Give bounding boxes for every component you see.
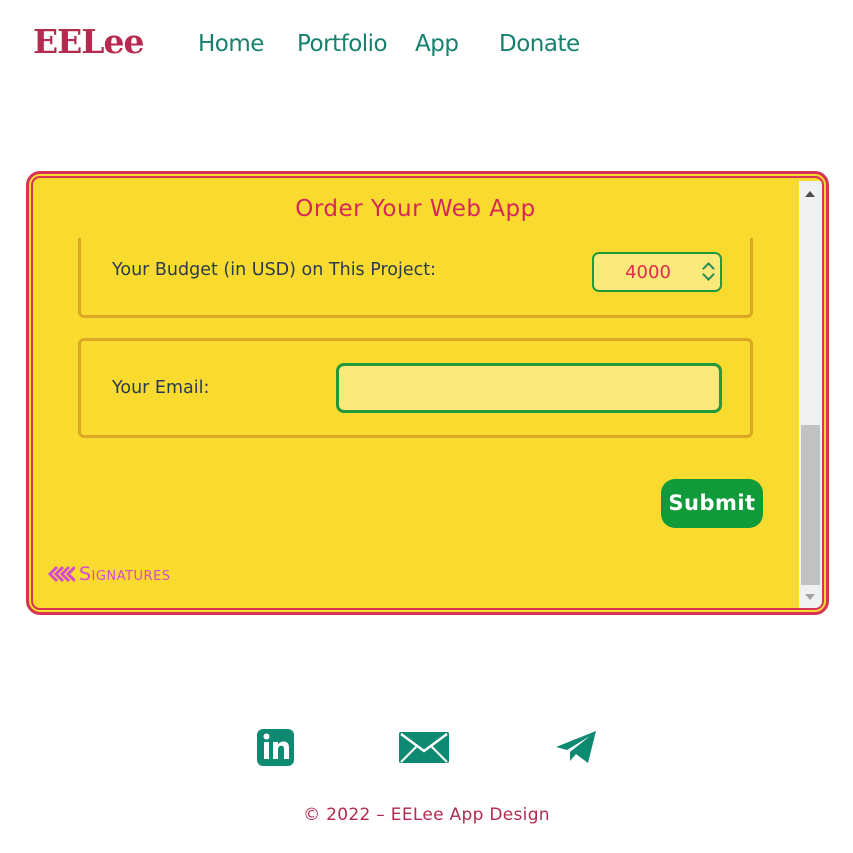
signatures-label: Signatures <box>79 563 171 585</box>
nav-portfolio[interactable]: Portfolio <box>297 26 388 62</box>
logo[interactable]: EELee <box>33 22 144 62</box>
scroll-up-arrow-icon[interactable] <box>805 191 815 197</box>
scroll-down-arrow-icon[interactable] <box>805 594 815 600</box>
email-field[interactable] <box>336 363 722 413</box>
email-fieldset: Your Email: <box>78 338 753 438</box>
scrollbar-thumb[interactable] <box>801 425 820 585</box>
email-icon <box>399 732 449 763</box>
budget-stepper[interactable] <box>702 257 716 287</box>
budget-label: Your Budget (in USD) on This Project: <box>112 260 437 280</box>
submit-button[interactable]: Submit <box>661 479 763 528</box>
footer-copyright: © 2022 – EELee App Design <box>303 805 550 825</box>
budget-input[interactable]: 4000 <box>592 252 722 292</box>
nav-donate[interactable]: Donate <box>499 26 580 62</box>
budget-fieldset: Your Budget (in USD) on This Project: 40… <box>78 238 753 318</box>
linkedin-link[interactable] <box>256 725 296 769</box>
form-title: Order Your Web App <box>295 196 536 222</box>
email-link[interactable] <box>398 725 450 769</box>
linkedin-icon <box>257 729 294 766</box>
nav-home[interactable]: Home <box>198 26 264 62</box>
order-form-panel: Order Your Web App Your Budget (in USD) … <box>26 171 829 615</box>
budget-value: 4000 <box>625 262 671 283</box>
telegram-link[interactable] <box>554 725 598 769</box>
signatures-link[interactable]: Signatures <box>47 563 171 585</box>
double-chevron-left-icon <box>47 565 75 583</box>
email-label: Your Email: <box>112 378 210 398</box>
nav-app[interactable]: App <box>415 26 459 62</box>
telegram-icon <box>556 731 596 763</box>
scrollbar[interactable] <box>799 181 822 608</box>
order-form-scroll-area[interactable]: Order Your Web App Your Budget (in USD) … <box>31 176 824 610</box>
